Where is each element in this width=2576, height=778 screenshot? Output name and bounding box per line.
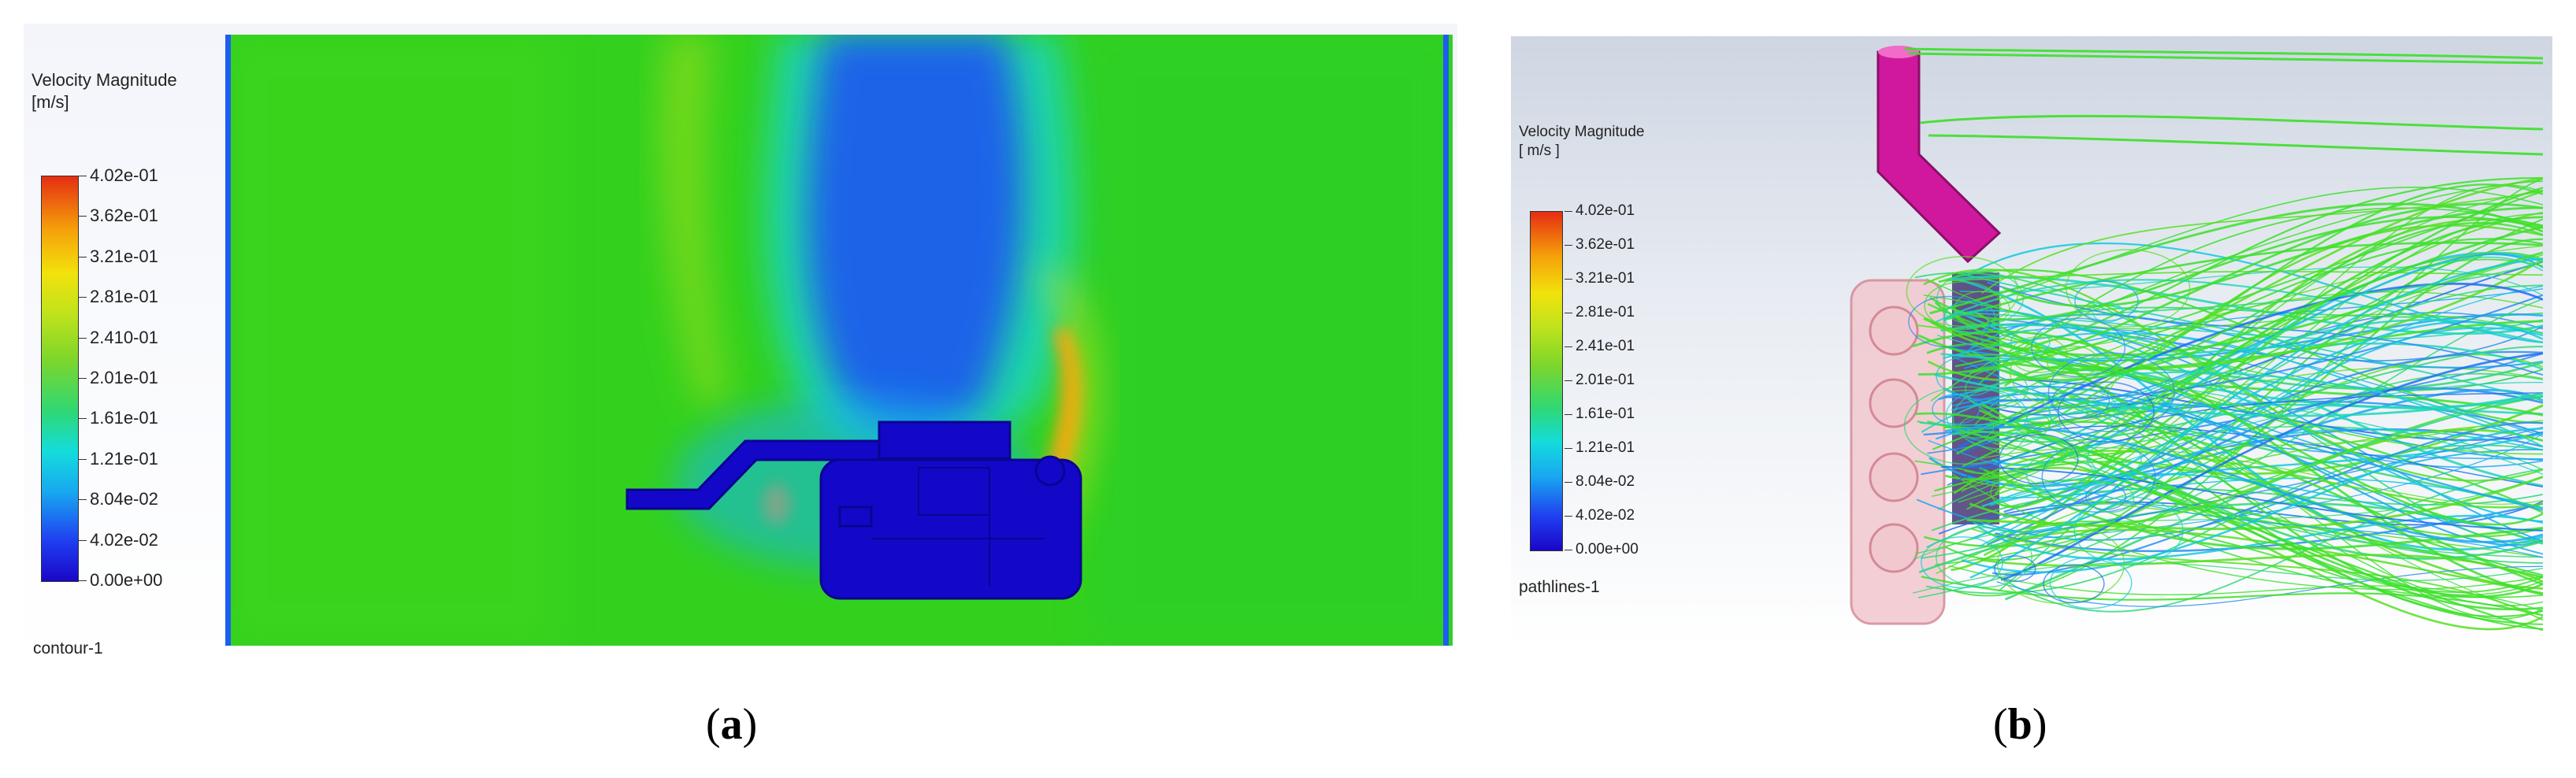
colorbar [1530,211,1563,551]
colorbar-tick-label: 1.61e-01 [1564,406,1635,422]
colorbar-tick-label: 8.04e-02 [1564,473,1635,490]
colorbar-tick-label: 2.01e-01 [79,368,158,387]
colorbar-tick-label: 8.04e-02 [79,489,158,509]
legend-title: Velocity Magnitude [m/s] [32,70,177,112]
colorbar-tick-label: 0.00e+00 [78,570,163,590]
pathlines-panel: Velocity Magnitude [ m/s ] 4.02e-01 3.62e… [1511,36,2552,649]
colorbar-tick-label: 2.410-01 [79,327,158,347]
colorbar-tick-label: 2.01e-01 [1564,372,1635,388]
colorbar-tick-label: 2.41e-01 [1564,338,1635,354]
colorbar-tick-label: 1.21e-01 [79,448,158,469]
colorbar-tick-label: 4.02e-01 [79,165,158,185]
caption-a: (a) [706,700,758,749]
contour-panel: Velocity Magnitude [m/s] 4.02e-01 3.62e-0… [24,24,1457,663]
colorbar-tick-label: 4.02e-02 [79,529,158,550]
colorbar [41,176,79,582]
velocity-contour-plot [225,35,1453,646]
colorbar-tick-label: 0.00e+00 [1565,541,1639,558]
colorbar-tick-label: 3.62e-01 [1564,236,1635,253]
colorbar-tick-label: 1.61e-01 [79,408,158,428]
legend-title: Velocity Magnitude [ m/s ] [1519,124,1645,159]
colorbar-tick-label: 2.81e-01 [79,287,158,307]
colorbar-tick-label: 1.21e-01 [1564,439,1635,456]
colorbar-tick-label: 2.81e-01 [1564,304,1635,320]
plot-label: contour-1 [33,639,103,658]
colorbar-tick-label: 4.02e-01 [1564,202,1635,219]
caption-b: (b) [1993,700,2047,749]
colorbar-tick-label: 4.02e-02 [1564,507,1635,524]
colorbar-tick-label: 3.62e-01 [79,206,158,226]
pathlines-plot [1850,46,2543,632]
plot-label: pathlines-1 [1519,578,1600,596]
colorbar-tick-label: 3.21e-01 [1564,270,1635,287]
colorbar-tick-label: 3.21e-01 [79,246,158,266]
